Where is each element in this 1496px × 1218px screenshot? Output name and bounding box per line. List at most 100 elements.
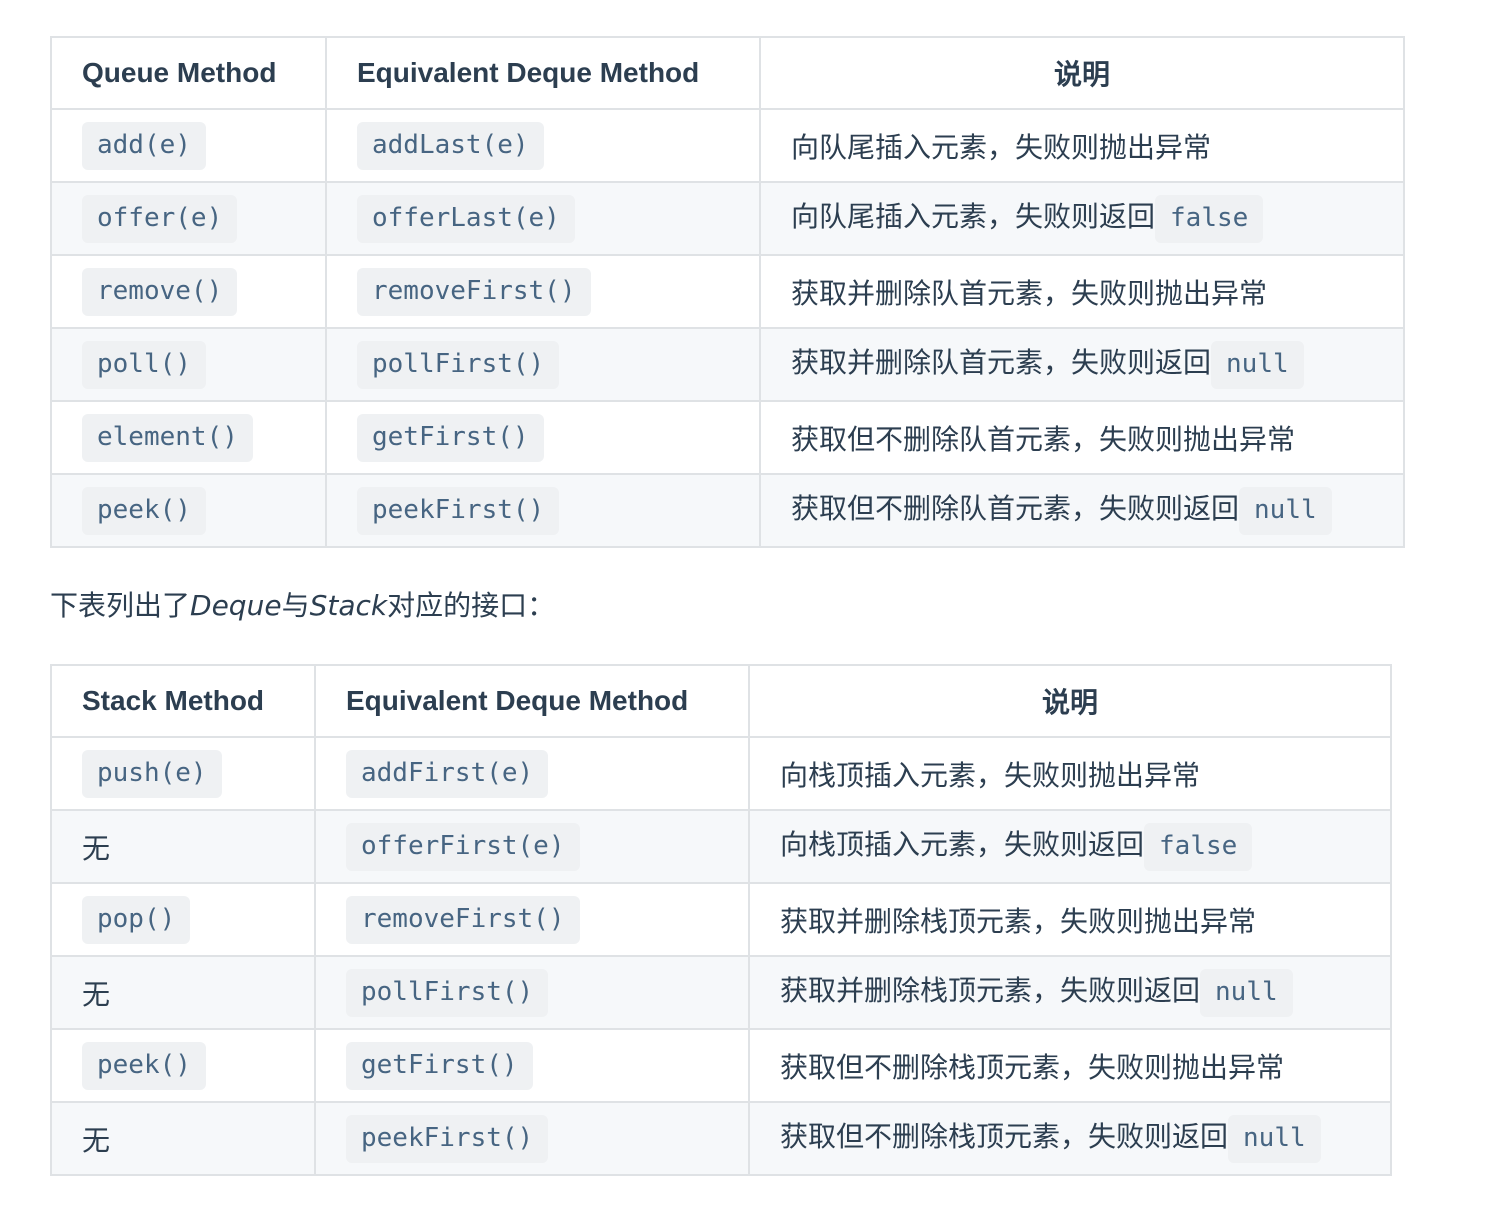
description-cell: 获取并删除队首元素，失败则抛出异常 — [759, 254, 1405, 329]
table-row: 无 offerFirst(e) 向栈顶插入元素，失败则返回 false — [50, 809, 1392, 884]
method-text: 无 — [82, 831, 111, 865]
deque-method-code: offerLast(e) — [357, 194, 575, 243]
table-row: pop() removeFirst() 获取并删除栈顶元素，失败则抛出异常 — [50, 882, 1392, 957]
description-cell: 获取并删除栈顶元素，失败则返回 null — [748, 955, 1392, 1030]
method-cell: offer(e) — [50, 181, 327, 256]
description-text: 向队尾插入元素，失败则返回 — [791, 199, 1156, 233]
deque-method-code: offerFirst(e) — [346, 822, 580, 871]
table-header-row: Stack Method Equivalent Deque Method 说明 — [50, 664, 1392, 738]
method-code: element() — [82, 413, 253, 462]
header-description: 说明 — [748, 664, 1392, 738]
description-return-value: null — [1200, 968, 1293, 1017]
deque-method-cell: addLast(e) — [325, 108, 761, 183]
method-code: add(e) — [82, 121, 206, 170]
deque-method-cell: pollFirst() — [325, 327, 761, 402]
table-row: element() getFirst() 获取但不删除队首元素，失败则抛出异常 — [50, 400, 1405, 475]
intro-term-stack: Stack — [309, 589, 388, 622]
description-text: 获取并删除栈顶元素，失败则抛出异常 — [780, 904, 1257, 938]
intro-text-middle: 与 — [281, 589, 310, 622]
method-code: remove() — [82, 267, 238, 316]
method-cell: 无 — [50, 809, 316, 884]
description-text: 获取并删除队首元素，失败则抛出异常 — [791, 276, 1268, 310]
deque-method-code: addFirst(e) — [346, 749, 549, 798]
description-return-value: null — [1239, 486, 1332, 535]
deque-method-code: getFirst() — [357, 413, 544, 462]
description-text: 获取但不删除队首元素，失败则返回 — [791, 491, 1240, 525]
method-cell: 无 — [50, 955, 316, 1030]
document-body: Queue Method Equivalent Deque Method 说明 … — [50, 36, 1460, 1176]
description-cell: 获取并删除队首元素，失败则返回 null — [759, 327, 1405, 402]
description-return-value: false — [1155, 194, 1264, 243]
method-cell: peek() — [50, 473, 327, 548]
table-row: peek() peekFirst() 获取但不删除队首元素，失败则返回 null — [50, 473, 1405, 548]
deque-method-code: removeFirst() — [357, 267, 591, 316]
header-equivalent-deque-method: Equivalent Deque Method — [325, 36, 761, 110]
method-code: push(e) — [82, 749, 222, 798]
description-cell: 获取但不删除队首元素，失败则返回 null — [759, 473, 1405, 548]
deque-method-cell: pollFirst() — [314, 955, 750, 1030]
method-code: offer(e) — [82, 194, 238, 243]
table-row: add(e) addLast(e) 向队尾插入元素，失败则抛出异常 — [50, 108, 1405, 183]
intro-term-deque: Deque — [190, 589, 282, 622]
table-row: 无 peekFirst() 获取但不删除栈顶元素，失败则返回 null — [50, 1101, 1392, 1176]
description-return-value: false — [1144, 822, 1253, 871]
description-cell: 向队尾插入元素，失败则返回 false — [759, 181, 1405, 256]
method-code: pop() — [82, 895, 191, 944]
description-text: 向栈顶插入元素，失败则返回 — [780, 827, 1145, 861]
deque-method-code: peekFirst() — [346, 1114, 549, 1163]
description-cell: 获取并删除栈顶元素，失败则抛出异常 — [748, 882, 1392, 957]
description-cell: 获取但不删除栈顶元素，失败则抛出异常 — [748, 1028, 1392, 1103]
table-header-row: Queue Method Equivalent Deque Method 说明 — [50, 36, 1405, 110]
table-row: peek() getFirst() 获取但不删除栈顶元素，失败则抛出异常 — [50, 1028, 1392, 1103]
description-text: 获取但不删除栈顶元素，失败则抛出异常 — [780, 1050, 1285, 1084]
description-text: 向队尾插入元素，失败则抛出异常 — [791, 130, 1212, 164]
description-text: 获取但不删除队首元素，失败则抛出异常 — [791, 422, 1296, 456]
header-equivalent-deque-method: Equivalent Deque Method — [314, 664, 750, 738]
deque-method-cell: offerFirst(e) — [314, 809, 750, 884]
method-text: 无 — [82, 977, 111, 1011]
method-cell: pop() — [50, 882, 316, 957]
method-code: peek() — [82, 1041, 206, 1090]
table-row: poll() pollFirst() 获取并删除队首元素，失败则返回 null — [50, 327, 1405, 402]
header-queue-method: Queue Method — [50, 36, 327, 110]
table-row: push(e) addFirst(e) 向栈顶插入元素，失败则抛出异常 — [50, 736, 1392, 811]
deque-method-cell: removeFirst() — [314, 882, 750, 957]
description-cell: 向栈顶插入元素，失败则抛出异常 — [748, 736, 1392, 811]
deque-method-cell: removeFirst() — [325, 254, 761, 329]
intro-paragraph: 下表列出了Deque与Stack对应的接口： — [50, 586, 1460, 626]
header-description: 说明 — [759, 36, 1405, 110]
method-cell: 无 — [50, 1101, 316, 1176]
description-cell: 向队尾插入元素，失败则抛出异常 — [759, 108, 1405, 183]
deque-method-code: peekFirst() — [357, 486, 560, 535]
intro-text-before: 下表列出了 — [50, 589, 191, 622]
table-row: 无 pollFirst() 获取并删除栈顶元素，失败则返回 null — [50, 955, 1392, 1030]
description-cell: 获取但不删除栈顶元素，失败则返回 null — [748, 1101, 1392, 1176]
deque-method-code: removeFirst() — [346, 895, 580, 944]
deque-method-code: pollFirst() — [357, 340, 560, 389]
method-cell: poll() — [50, 327, 327, 402]
deque-method-code: addLast(e) — [357, 121, 544, 170]
method-code: poll() — [82, 340, 206, 389]
deque-method-cell: getFirst() — [314, 1028, 750, 1103]
description-return-value: null — [1211, 340, 1304, 389]
description-cell: 向栈顶插入元素，失败则返回 false — [748, 809, 1392, 884]
description-text: 获取并删除栈顶元素，失败则返回 — [780, 973, 1201, 1007]
deque-method-cell: getFirst() — [325, 400, 761, 475]
header-stack-method: Stack Method — [50, 664, 316, 738]
method-cell: push(e) — [50, 736, 316, 811]
stack-table-body: push(e) addFirst(e) 向栈顶插入元素，失败则抛出异常无 offerF… — [50, 736, 1392, 1176]
deque-method-cell: addFirst(e) — [314, 736, 750, 811]
queue-table-body: add(e) addLast(e) 向队尾插入元素，失败则抛出异常 offer(e) o… — [50, 108, 1405, 548]
deque-method-code: getFirst() — [346, 1041, 533, 1090]
method-text: 无 — [82, 1123, 111, 1157]
deque-method-cell: peekFirst() — [314, 1101, 750, 1176]
deque-method-code: pollFirst() — [346, 968, 549, 1017]
table-row: remove() removeFirst() 获取并删除队首元素，失败则抛出异常 — [50, 254, 1405, 329]
method-cell: remove() — [50, 254, 327, 329]
queue-method-table: Queue Method Equivalent Deque Method 说明 … — [50, 36, 1405, 548]
method-code: peek() — [82, 486, 206, 535]
stack-method-table: Stack Method Equivalent Deque Method 说明 … — [50, 664, 1392, 1176]
deque-method-cell: offerLast(e) — [325, 181, 761, 256]
intro-text-after: 对应的接口： — [387, 589, 556, 622]
description-return-value: null — [1228, 1114, 1321, 1163]
